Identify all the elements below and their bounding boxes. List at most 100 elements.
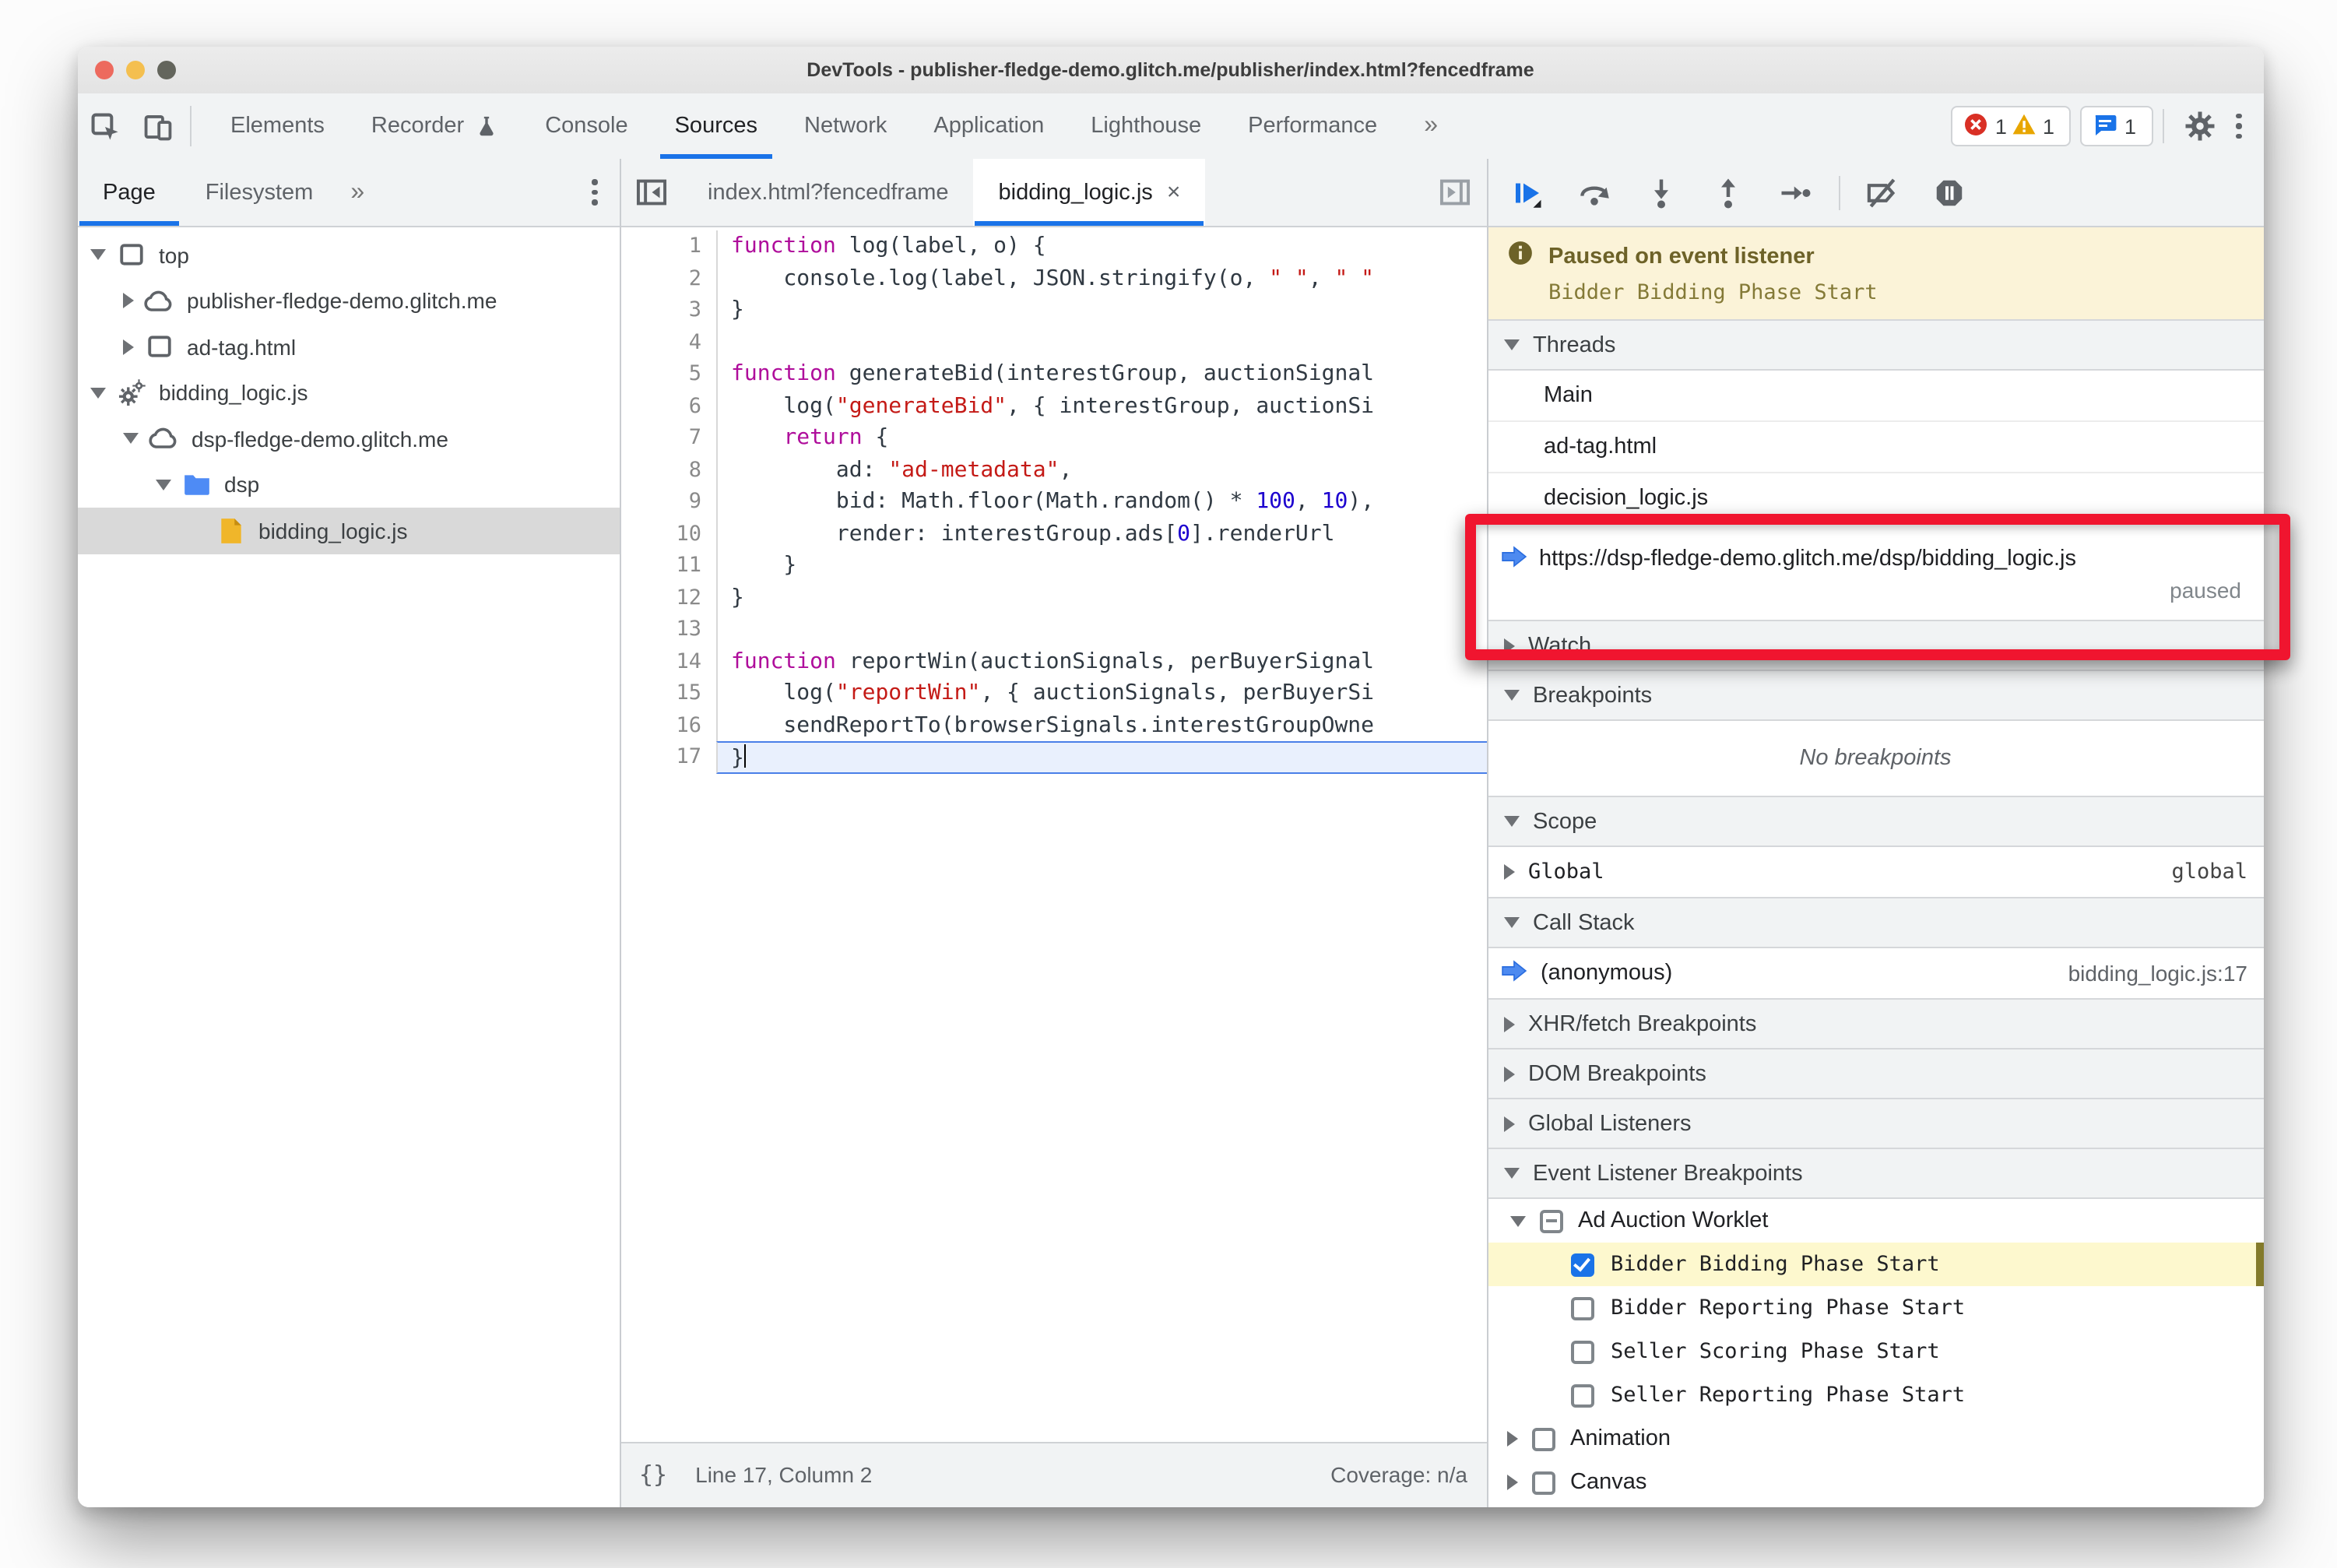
tab-console[interactable]: Console (522, 93, 651, 159)
code-line-text: bid: Math.floor(Math.random() * 100, 10)… (715, 486, 1486, 518)
expand-debugger-icon[interactable] (1424, 159, 1486, 226)
checkbox-unchecked[interactable] (1531, 1427, 1555, 1450)
pretty-print-icon[interactable]: {} (639, 1461, 667, 1489)
event-breakpoint-seller-reporting-phase-start[interactable]: Seller Reporting Phase Start (1488, 1373, 2263, 1417)
issues-badge-button[interactable]: 1 1 (1951, 106, 2072, 146)
navigator-menu-icon[interactable] (570, 159, 619, 226)
messages-badge-button[interactable]: 1 (2080, 106, 2153, 146)
frame-location[interactable]: bidding_logic.js:17 (2068, 961, 2263, 986)
resume-icon[interactable] (1503, 169, 1550, 216)
section-title: Breakpoints (1533, 683, 1653, 708)
step-into-icon[interactable] (1637, 169, 1684, 216)
scope-item-global[interactable]: Global global (1488, 847, 2263, 898)
device-toolbar-icon[interactable] (131, 93, 184, 159)
tab-sources[interactable]: Sources (652, 93, 781, 159)
editor-tab-index-html-fencedframe[interactable]: index.html?fencedframe (683, 159, 974, 226)
code-editor[interactable]: 1 function log(label, o) {2 console.log(l… (620, 227, 1486, 1441)
code-line-text: } (715, 550, 1486, 582)
tree-expander-icon[interactable] (123, 433, 139, 445)
more-panels-button[interactable]: » (1400, 93, 1461, 159)
tab-performance[interactable]: Performance (1225, 93, 1400, 159)
section-header-breakpoints[interactable]: Breakpoints (1488, 670, 2263, 721)
deactivate-breakpoints-icon[interactable] (1858, 169, 1905, 216)
checkbox-checked[interactable] (1570, 1253, 1594, 1276)
tree-expander-icon[interactable] (156, 479, 171, 490)
checkbox-indeterminate[interactable] (1539, 1209, 1562, 1232)
event-category-canvas[interactable]: Canvas (1488, 1461, 2263, 1504)
step-over-icon[interactable] (1570, 169, 1617, 216)
section-header-call-stack[interactable]: Call Stack (1488, 897, 2263, 948)
tree-item-dsp[interactable]: dsp (78, 462, 619, 508)
checkbox-unchecked[interactable] (1570, 1340, 1594, 1363)
line-number: 6 (688, 393, 701, 418)
flask-icon (475, 114, 498, 139)
devtools-menu-icon[interactable] (2226, 113, 2251, 139)
section-header-event-listener-breakpoints[interactable]: Event Listener Breakpoints (1488, 1148, 2263, 1199)
warning-count: 1 (2042, 114, 2054, 138)
screen: DevTools - publisher-fledge-demo.glitch.… (0, 0, 2337, 1568)
settings-gear-icon[interactable] (2174, 111, 2226, 142)
event-breakpoint-bidder-reporting-phase-start[interactable]: Bidder Reporting Phase Start (1488, 1286, 2263, 1330)
checkbox-unchecked[interactable] (1531, 1471, 1555, 1494)
step-icon[interactable] (1771, 169, 1818, 216)
tree-item-label: dsp (224, 472, 260, 497)
tab-recorder[interactable]: Recorder (348, 93, 522, 159)
tree-expander-icon[interactable] (90, 387, 106, 399)
collapse-navigator-icon[interactable] (620, 159, 683, 226)
navigator-tab-page[interactable]: Page (78, 159, 181, 226)
navigator-tab-label: Page (103, 180, 156, 205)
section-header-dom-breakpoints[interactable]: DOM Breakpoints (1488, 1048, 2263, 1099)
code-line-text: } (715, 741, 1486, 773)
section-header-scope[interactable]: Scope (1488, 796, 2263, 847)
section-header-global-listeners[interactable]: Global Listeners (1488, 1098, 2263, 1149)
tab-label: Lighthouse (1091, 114, 1202, 139)
tree-expander-icon[interactable] (123, 339, 134, 355)
section-expand-icon (1503, 1116, 1514, 1131)
call-stack-frame[interactable]: (anonymous) bidding_logic.js:17 (1488, 948, 2263, 1000)
thread-item-decision-logic-js[interactable]: decision_logic.js (1488, 473, 2263, 525)
event-category-animation[interactable]: Animation (1488, 1417, 2263, 1461)
tree-item-bidding-logic-js[interactable]: bidding_logic.js (78, 370, 619, 416)
more-navigator-tabs-button[interactable]: » (338, 159, 377, 226)
step-out-icon[interactable] (1704, 169, 1751, 216)
zoom-window-icon[interactable] (157, 61, 176, 79)
close-tab-icon[interactable]: × (1167, 179, 1181, 206)
event-breakpoint-bidder-bidding-phase-start[interactable]: Bidder Bidding Phase Start (1488, 1243, 2263, 1286)
execution-arrow-icon (1500, 544, 1527, 574)
tree-item-publisher-fledge-demo-glitch-me[interactable]: publisher-fledge-demo.glitch.me (78, 278, 619, 324)
thread-label: https://dsp-fledge-demo.glitch.me/dsp/bi… (1539, 547, 2076, 571)
checkbox-unchecked[interactable] (1570, 1296, 1594, 1320)
tab-label: Performance (1248, 114, 1378, 139)
tree-expander-icon[interactable] (90, 249, 106, 261)
code-line-text: console.log(label, JSON.stringify(o, " "… (715, 262, 1486, 294)
tree-item-dsp-fledge-demo-glitch-me[interactable]: dsp-fledge-demo.glitch.me (78, 416, 619, 462)
tab-application[interactable]: Application (910, 93, 1067, 159)
close-window-icon[interactable] (95, 61, 114, 79)
tab-lighthouse[interactable]: Lighthouse (1067, 93, 1225, 159)
checkbox-unchecked[interactable] (1570, 1383, 1594, 1407)
thread-item-paused[interactable]: https://dsp-fledge-demo.glitch.me/dsp/bi… (1488, 525, 2263, 621)
section-header-xhr-fetch-breakpoints[interactable]: XHR/fetch Breakpoints (1488, 998, 2263, 1049)
code-line-13: 13 (620, 613, 1486, 645)
editor-tab-bidding-logic-js[interactable]: bidding_logic.js × (973, 159, 1206, 226)
section-header-threads[interactable]: Threads (1488, 319, 2263, 371)
pause-on-exceptions-icon[interactable] (1925, 169, 1972, 216)
tree-item-bidding-logic-js[interactable]: bidding_logic.js (78, 508, 619, 554)
tab-network[interactable]: Network (781, 93, 910, 159)
tree-expander-icon[interactable] (123, 293, 134, 309)
debugger-toolbar (1488, 159, 2263, 227)
event-category-ad-auction-worklet[interactable]: Ad Auction Worklet (1488, 1199, 2263, 1243)
tree-item-label: publisher-fledge-demo.glitch.me (187, 288, 497, 314)
inspect-element-icon[interactable] (78, 93, 131, 159)
minimize-window-icon[interactable] (126, 61, 145, 79)
thread-label: ad-tag.html (1544, 434, 1657, 459)
navigator-tab-filesystem[interactable]: Filesystem (181, 159, 339, 226)
tree-item-label: bidding_logic.js (258, 518, 408, 543)
event-breakpoint-seller-scoring-phase-start[interactable]: Seller Scoring Phase Start (1488, 1330, 2263, 1373)
thread-item-ad-tag-html[interactable]: ad-tag.html (1488, 422, 2263, 473)
thread-item-main[interactable]: Main (1488, 371, 2263, 422)
tree-item-top[interactable]: top (78, 232, 619, 278)
section-header-watch[interactable]: Watch (1488, 620, 2263, 671)
tab-elements[interactable]: Elements (207, 93, 348, 159)
tree-item-ad-tag-html[interactable]: ad-tag.html (78, 324, 619, 370)
